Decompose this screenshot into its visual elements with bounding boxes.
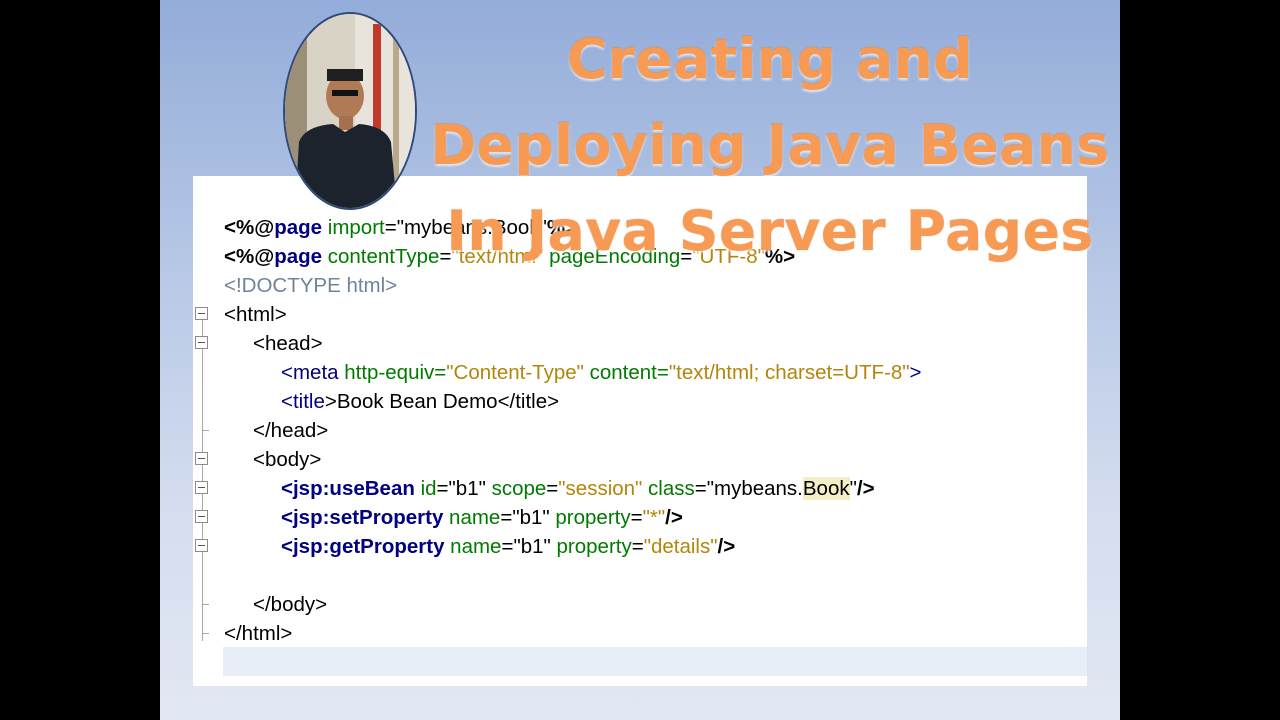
slide-title-line-1: Creating and (566, 27, 974, 91)
code-line-9: <body> (253, 448, 322, 471)
fold-guide (202, 319, 203, 641)
fold-toggle-usebean[interactable] (195, 481, 208, 494)
code-line-4: <html> (224, 303, 287, 326)
code-line-3: <!DOCTYPE html> (224, 274, 398, 297)
fold-end-tick (202, 604, 209, 605)
code-line-10: <jsp:useBean id="b1" scope="session" cla… (281, 477, 875, 500)
code-line-6: <meta http-equiv="Content-Type" content=… (281, 361, 922, 384)
code-line-7: <title>Book Bean Demo</title> (281, 390, 560, 413)
code-line-14: </html> (224, 622, 293, 645)
fold-toggle-html[interactable] (195, 307, 208, 320)
slide-title-line-3: In Java Server Pages (446, 199, 1094, 263)
code-line-13: </body> (253, 593, 328, 616)
highlighted-token: Book (802, 477, 850, 500)
code-line-8: </head> (253, 419, 329, 442)
fold-toggle-setproperty[interactable] (195, 510, 208, 523)
slide-title: Creating and Deploying Java Beans In Jav… (430, 16, 1110, 274)
current-line-highlight (223, 647, 1087, 676)
code-line-12: <jsp:getProperty name="b1" property="det… (281, 535, 736, 558)
fold-end-tick (202, 430, 209, 431)
fold-toggle-body[interactable] (195, 452, 208, 465)
code-line-11: <jsp:setProperty name="b1" property="*"/… (281, 506, 683, 529)
fold-end-tick (202, 633, 209, 634)
slide-title-line-2: Deploying Java Beans (430, 113, 1110, 177)
presenter-photo-illustration (285, 14, 415, 208)
fold-toggle-getproperty[interactable] (195, 539, 208, 552)
code-line-5: <head> (253, 332, 323, 355)
presenter-photo (283, 12, 417, 210)
slide: <%@page import="mybeans.Book"%> <%@page … (160, 0, 1120, 720)
fold-toggle-head[interactable] (195, 336, 208, 349)
